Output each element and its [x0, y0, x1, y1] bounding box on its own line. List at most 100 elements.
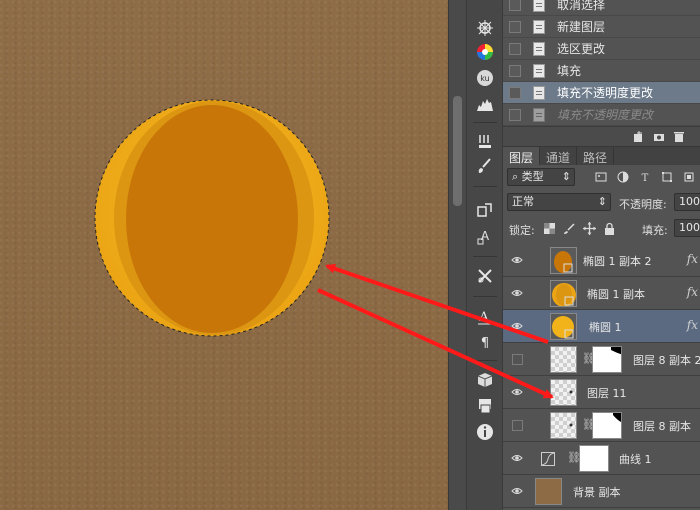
- layer-mask-thumbnail[interactable]: [592, 346, 622, 373]
- history-snapshot-checkbox[interactable]: [509, 42, 521, 55]
- link-chain-icon[interactable]: ⛓: [582, 352, 596, 366]
- history-snapshot-checkbox[interactable]: [509, 0, 521, 11]
- fx-icon[interactable]: fx: [687, 252, 698, 266]
- history-item[interactable]: 选区更改: [503, 38, 700, 60]
- document-icon: [533, 85, 545, 100]
- paragraph-icon[interactable]: ¶: [475, 332, 495, 352]
- history-snapshot-checkbox[interactable]: [509, 20, 521, 33]
- panel-icon-strip: ku A A ¶: [466, 0, 503, 510]
- history-item-label: 新建图层: [557, 20, 606, 34]
- blend-mode-select[interactable]: 正常 ⇕: [507, 193, 611, 211]
- visibility-toggle-off[interactable]: [512, 354, 523, 365]
- tab-channels[interactable]: 通道: [540, 147, 578, 165]
- info-icon[interactable]: [475, 422, 495, 442]
- layer-mask-thumbnail[interactable]: [592, 412, 622, 439]
- pixel-filter-icon[interactable]: [595, 171, 607, 183]
- visibility-eye-icon[interactable]: [511, 255, 523, 265]
- layer-thumbnail: [550, 346, 577, 373]
- history-item-active[interactable]: 填充不透明度更改: [503, 82, 700, 104]
- lock-transparent-pixels-icon[interactable]: [544, 223, 555, 234]
- visibility-toggle-off[interactable]: [512, 420, 523, 431]
- history-snapshot-checkbox[interactable]: [509, 108, 521, 121]
- new-document-from-state-icon[interactable]: [633, 131, 645, 143]
- history-item-label: 填充不透明度更改: [557, 108, 654, 122]
- layer-name: 图层 8 副本: [633, 420, 691, 433]
- smart-object-filter-icon[interactable]: [683, 171, 695, 183]
- visibility-eye-icon[interactable]: [511, 486, 523, 496]
- svg-text:T: T: [642, 173, 649, 183]
- layer-row[interactable]: ⛓ 图层 8 副本: [503, 409, 700, 442]
- history-item-undone[interactable]: 填充不透明度更改: [503, 104, 700, 126]
- layer-name: 背景 副本: [573, 486, 621, 499]
- fx-icon[interactable]: fx: [687, 285, 698, 299]
- link-chain-icon[interactable]: ⛓: [582, 418, 596, 432]
- 3d-icon[interactable]: [475, 370, 495, 390]
- history-item[interactable]: 新建图层: [503, 16, 700, 38]
- canvas-scrollbar[interactable]: [448, 0, 466, 510]
- ball-core: [126, 105, 298, 333]
- visibility-eye-icon[interactable]: [511, 321, 523, 331]
- lock-image-pixels-icon[interactable]: [563, 223, 575, 235]
- color-wheel-icon[interactable]: [475, 42, 495, 62]
- opacity-field[interactable]: 100%: [674, 193, 700, 211]
- document-icon: [533, 107, 545, 122]
- fx-icon[interactable]: fx: [687, 318, 698, 332]
- history-footer: [503, 126, 700, 146]
- histogram-icon[interactable]: [475, 94, 495, 114]
- layer-row[interactable]: 椭圆 1 副本 fx: [503, 277, 700, 310]
- layer-row[interactable]: ⛓ 图层 8 副本 2: [503, 343, 700, 376]
- tab-paths[interactable]: 路径: [577, 147, 615, 165]
- visibility-eye-icon[interactable]: [511, 453, 523, 463]
- kuler-icon[interactable]: ku: [475, 68, 495, 88]
- trash-icon[interactable]: [673, 131, 685, 143]
- svg-text:¶: ¶: [481, 336, 489, 351]
- canvas-artwork: [94, 99, 330, 337]
- history-item-label: 取消选择: [557, 0, 606, 12]
- character-icon[interactable]: A: [475, 306, 495, 326]
- layer-mask-thumbnail[interactable]: [579, 445, 609, 472]
- tab-layers[interactable]: 图层: [503, 147, 541, 165]
- fill-icon: [533, 63, 545, 78]
- shape-filter-icon[interactable]: [661, 171, 673, 183]
- tool-presets-icon[interactable]: [475, 266, 495, 286]
- scrollbar-thumb[interactable]: [453, 96, 462, 206]
- layer-row[interactable]: 椭圆 1 副本 2 fx: [503, 244, 700, 277]
- layers-panel: 图层 通道 路径 ⌕ 类型⇕ T 正常⇕ 不透明度: 100% 锁定: 填充: …: [503, 146, 700, 510]
- document-icon: [533, 41, 545, 56]
- layer-row-selected[interactable]: 椭圆 1 fx: [503, 310, 700, 343]
- visibility-eye-icon[interactable]: [511, 288, 523, 298]
- document-icon: [533, 0, 545, 12]
- camera-icon[interactable]: [653, 131, 665, 143]
- layer-row[interactable]: ⛓ 曲线 1: [503, 442, 700, 475]
- adjust-icon[interactable]: A: [475, 226, 495, 246]
- layer-comps-icon[interactable]: [475, 396, 495, 416]
- curves-adjustment-icon: [541, 452, 555, 466]
- svg-text:A: A: [478, 310, 489, 325]
- history-snapshot-checkbox[interactable]: [509, 64, 521, 77]
- brush-icon[interactable]: [475, 156, 495, 176]
- brush-presets-icon[interactable]: [475, 132, 495, 152]
- link-chain-icon[interactable]: ⛓: [567, 451, 581, 465]
- history-item[interactable]: 取消选择: [503, 0, 700, 16]
- document-canvas[interactable]: [0, 0, 448, 510]
- history-item[interactable]: 填充: [503, 60, 700, 82]
- fill-field[interactable]: 100%: [674, 219, 700, 237]
- layer-filter-select[interactable]: ⌕ 类型 ⇕: [507, 168, 575, 186]
- adjustment-filter-icon[interactable]: [617, 171, 629, 183]
- lock-all-icon[interactable]: [604, 222, 615, 235]
- visibility-eye-icon[interactable]: [511, 387, 523, 397]
- type-filter-icon[interactable]: T: [639, 171, 651, 183]
- layer-row[interactable]: 图层 11: [503, 376, 700, 409]
- clone-source-icon[interactable]: [475, 200, 495, 220]
- history-item-label: 选区更改: [557, 42, 606, 56]
- layer-row[interactable]: 背景 副本: [503, 475, 700, 508]
- layer-name: 曲线 1: [619, 453, 652, 466]
- history-item-label: 填充不透明度更改: [557, 86, 654, 100]
- compass-icon[interactable]: [475, 18, 495, 38]
- lock-position-icon[interactable]: [583, 222, 596, 235]
- document-icon: [533, 19, 545, 34]
- layer-thumbnail: [535, 478, 562, 505]
- layer-thumbnail: [550, 379, 577, 406]
- layer-thumbnail: [550, 313, 577, 340]
- history-snapshot-checkbox[interactable]: [509, 86, 521, 99]
